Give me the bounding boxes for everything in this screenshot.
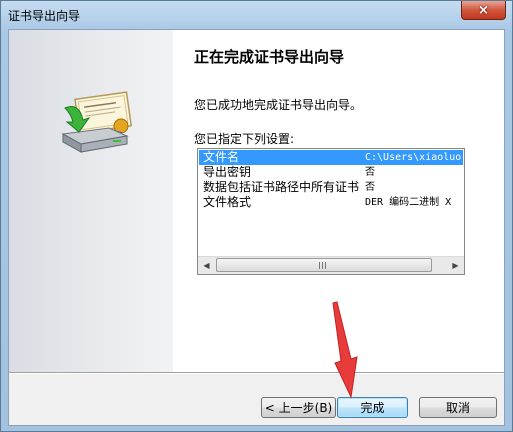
- scroll-right-button[interactable]: ▶: [447, 257, 464, 274]
- settings-listbox[interactable]: 文件名 C:\Users\xiaoluo 导出密钥 否 数据包括证书路径中所有证…: [197, 148, 465, 275]
- back-button[interactable]: < 上一步(B): [261, 397, 336, 418]
- footer-separator: [9, 372, 504, 374]
- scroll-thumb[interactable]: [216, 258, 432, 272]
- grip-icon: [319, 262, 328, 269]
- scroll-left-button[interactable]: ◀: [198, 257, 215, 274]
- setting-name: 数据包括证书路径中所有证书: [203, 180, 360, 194]
- setting-name: 文件名: [203, 150, 240, 164]
- wizard-sidebar: [9, 30, 173, 372]
- cancel-button[interactable]: 取消: [419, 397, 497, 418]
- list-item[interactable]: 文件格式 DER 编码二进制 X: [199, 195, 463, 210]
- wizard-window: 证书导出向导 × 正在完成证书导出向导 您已成功地完成证书导出向导。 您已指定下…: [0, 0, 513, 432]
- success-message: 您已成功地完成证书导出向导。: [194, 98, 363, 112]
- list-item[interactable]: 导出密钥 否: [199, 165, 463, 180]
- close-button[interactable]: ×: [461, 1, 506, 20]
- certificate-export-icon: [55, 90, 137, 158]
- wizard-body: 正在完成证书导出向导 您已成功地完成证书导出向导。 您已指定下列设置: 文件名 …: [8, 29, 505, 426]
- title-bar[interactable]: 证书导出向导 ×: [1, 1, 512, 29]
- setting-name: 文件格式: [203, 195, 252, 209]
- setting-value: C:\Users\xiaoluo: [365, 152, 462, 163]
- red-arrow-icon: [332, 301, 358, 399]
- setting-value: DER 编码二进制 X: [365, 197, 452, 208]
- window-title: 证书导出向导: [8, 9, 81, 23]
- setting-name: 导出密钥: [203, 165, 252, 179]
- settings-label: 您已指定下列设置:: [194, 132, 295, 146]
- setting-value: 否: [365, 167, 375, 178]
- horizontal-scrollbar[interactable]: ◀ ▶: [198, 256, 464, 274]
- setting-value: 否: [365, 182, 375, 193]
- page-title: 正在完成证书导出向导: [194, 48, 345, 66]
- list-item[interactable]: 数据包括证书路径中所有证书 否: [199, 180, 463, 195]
- close-icon: ×: [478, 2, 489, 18]
- chevron-left-icon: ◀: [203, 261, 210, 270]
- list-item[interactable]: 文件名 C:\Users\xiaoluo: [199, 150, 463, 165]
- chevron-right-icon: ▶: [452, 261, 459, 270]
